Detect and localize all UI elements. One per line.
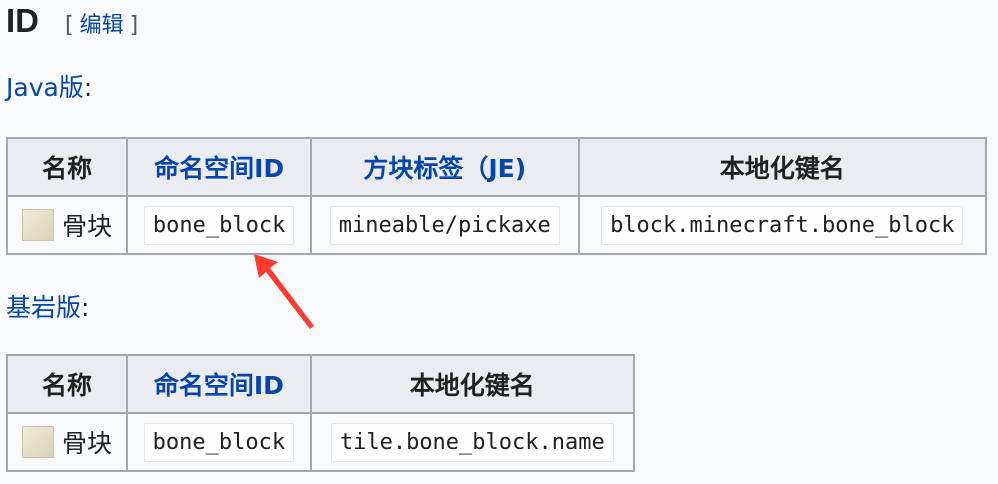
header-namespaced-id-link[interactable]: 命名空间ID [126, 354, 312, 414]
block-tag-cell: mineable/pickaxe [309, 195, 580, 255]
block-name-link[interactable]: 骨块 [62, 207, 112, 243]
name-cell: 骨块 [5, 412, 129, 472]
name-cell: 骨块 [5, 195, 129, 255]
bedrock-colon: : [81, 293, 90, 322]
table-header-row: 名称 命名空间ID 本地化键名 [5, 354, 636, 414]
header-block-tag-link[interactable]: 方块标签（JE) [309, 137, 580, 197]
block-name-link[interactable]: 骨块 [62, 424, 112, 460]
edit-bracket-close: ] [129, 13, 139, 38]
edit-link[interactable]: 编辑 [80, 13, 124, 38]
table-header-row: 名称 命名空间ID 方块标签（JE) 本地化键名 [5, 137, 988, 197]
table-row: 骨块 bone_block tile.bone_block.name [5, 412, 636, 472]
java-id-table: 名称 命名空间ID 方块标签（JE) 本地化键名 骨块 bone_block m… [5, 137, 988, 255]
block-tag-value: mineable/pickaxe [329, 205, 560, 245]
header-translation-key: 本地化键名 [577, 137, 988, 197]
bone-block-icon[interactable] [22, 209, 55, 241]
annotation-arrow-icon [254, 254, 314, 329]
bedrock-edition-link[interactable]: 基岩版 [6, 293, 81, 322]
table-row: 骨块 bone_block mineable/pickaxe block.min… [5, 195, 988, 255]
bone-block-icon[interactable] [22, 426, 55, 458]
translation-key-cell: block.minecraft.bone_block [577, 195, 988, 255]
header-name: 名称 [5, 354, 129, 414]
edit-section: [编辑] [65, 7, 138, 39]
translation-key-value: tile.bone_block.name [330, 422, 614, 462]
header-namespaced-id-link[interactable]: 命名空间ID [126, 137, 312, 197]
namespaced-id-value: bone_block [143, 205, 295, 245]
bedrock-edition-label: 基岩版: [6, 288, 89, 324]
namespaced-id-cell: bone_block [126, 412, 312, 472]
header-name: 名称 [5, 137, 129, 197]
section-title: ID [6, 2, 39, 39]
edit-bracket-open: [ [65, 13, 74, 38]
section-heading: ID [编辑] [6, 2, 138, 40]
bedrock-id-table: 名称 命名空间ID 本地化键名 骨块 bone_block tile.bone_… [5, 354, 636, 472]
namespaced-id-value: bone_block [143, 422, 295, 462]
translation-key-cell: tile.bone_block.name [309, 412, 636, 472]
translation-key-value: block.minecraft.bone_block [601, 205, 964, 245]
namespaced-id-cell: bone_block [126, 195, 312, 255]
java-colon: : [83, 73, 93, 102]
java-edition-link[interactable]: Java版 [6, 73, 84, 102]
java-edition-label: Java版: [6, 68, 92, 104]
header-translation-key: 本地化键名 [309, 354, 636, 414]
